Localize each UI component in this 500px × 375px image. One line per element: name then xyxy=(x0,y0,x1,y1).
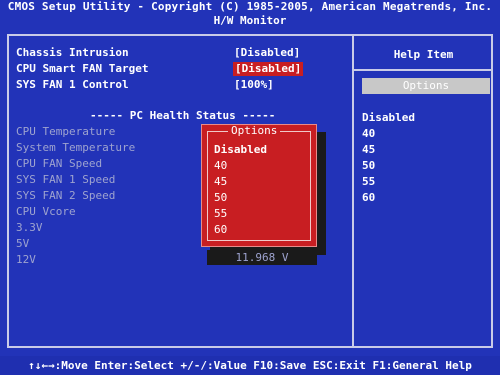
key-help-bar: ↑↓←→:Move Enter:Select +/-/:Value F10:Sa… xyxy=(0,356,500,375)
help-option-item: 50 xyxy=(362,159,376,172)
help-option-item: 60 xyxy=(362,191,376,204)
health-item-cpu-vcore: CPU Vcore xyxy=(16,205,76,218)
help-title: Help Item xyxy=(393,48,454,61)
help-option-item: Disabled xyxy=(362,111,415,124)
popup-option-list: Disabled 40 45 50 55 60 xyxy=(214,142,267,238)
popup-option-40[interactable]: 40 xyxy=(214,158,267,174)
popup-option-disabled[interactable]: Disabled xyxy=(214,142,267,158)
health-item-sys-fan1-speed: SYS FAN 1 Speed xyxy=(16,173,116,186)
setting-value-chassis-intrusion[interactable]: [Disabled] xyxy=(234,46,300,60)
health-item-3v3: 3.3V xyxy=(16,221,43,234)
help-option-item: 55 xyxy=(362,175,376,188)
health-item-cpu-fan-speed: CPU FAN Speed xyxy=(16,157,103,170)
health-item-system-temperature: System Temperature xyxy=(16,141,136,154)
setting-label-sys-fan1-control[interactable]: SYS FAN 1 Control xyxy=(16,78,129,92)
panel-divider xyxy=(352,34,354,348)
bios-title: CMOS Setup Utility - Copyright (C) 1985-… xyxy=(7,0,493,13)
setting-value-cpu-smart-fan-target[interactable]: [Disabled] xyxy=(233,62,304,76)
health-item-12v: 12V xyxy=(16,253,36,266)
popup-option-55[interactable]: 55 xyxy=(214,206,267,222)
health-section-title: ----- PC Health Status ----- xyxy=(90,109,276,122)
setting-label-cpu-smart-fan-target[interactable]: CPU Smart FAN Target xyxy=(16,62,148,76)
setting-label-chassis-intrusion[interactable]: Chassis Intrusion xyxy=(16,46,129,60)
health-item-cpu-temperature: CPU Temperature xyxy=(16,125,116,138)
help-option-item: 45 xyxy=(362,143,376,156)
popup-option-50[interactable]: 50 xyxy=(214,190,267,206)
popup-title: Options xyxy=(228,125,281,137)
popup-option-45[interactable]: 45 xyxy=(214,174,267,190)
setting-value-sys-fan1-control[interactable]: [100%] xyxy=(234,78,274,92)
bios-screen: CMOS Setup Utility - Copyright (C) 1985-… xyxy=(0,0,500,375)
health-item-sys-fan2-speed: SYS FAN 2 Speed xyxy=(16,189,116,202)
help-options-list: Disabled 40 45 50 55 60 xyxy=(362,110,415,206)
health-value-12v: 11.968 V xyxy=(207,250,317,265)
help-option-item: 40 xyxy=(362,127,376,140)
help-options-header: Options xyxy=(362,78,490,94)
popup-option-60[interactable]: 60 xyxy=(214,222,267,238)
page-title: H/W Monitor xyxy=(213,14,287,27)
help-divider xyxy=(354,69,493,71)
options-popup[interactable]: Options Disabled 40 45 50 55 60 xyxy=(201,124,317,247)
health-item-5v: 5V xyxy=(16,237,30,250)
